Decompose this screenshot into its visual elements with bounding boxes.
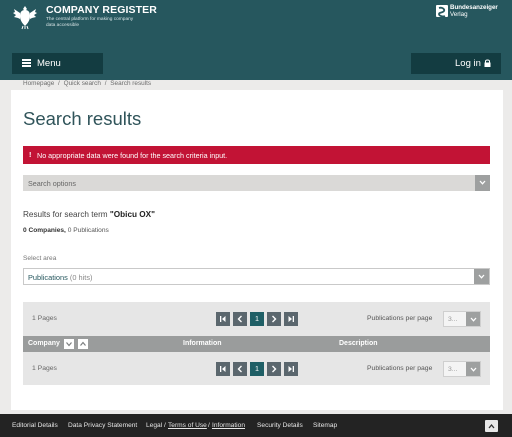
- first-page-icon: [220, 366, 226, 372]
- search-term: "Obicu OX": [109, 210, 155, 219]
- sort-descending-button[interactable]: [64, 339, 74, 349]
- breadcrumb-separator: /: [104, 80, 107, 87]
- footer-separator: /: [164, 422, 166, 429]
- site-footer: Editorial Details Data Privacy Statement…: [0, 414, 512, 437]
- chevron-down-icon: [470, 317, 476, 322]
- per-page-label: Publications per page: [367, 315, 433, 322]
- area-hits: (0 hits): [69, 272, 93, 282]
- page-count: 1 Pages: [32, 365, 57, 372]
- area-select[interactable]: Publications (0 hits): [23, 268, 490, 285]
- site-title[interactable]: COMPANY REGISTER: [46, 4, 157, 16]
- sort-up-icon: [80, 341, 86, 346]
- bundesanzeiger-logo-icon[interactable]: [436, 5, 448, 18]
- publisher-name[interactable]: Bundesanzeiger Verlag: [450, 4, 498, 18]
- per-page-value: 3...: [448, 315, 458, 323]
- publisher-line-1: Bundesanzeiger: [450, 4, 498, 11]
- result-counts: 0 Companies, 0 Publications: [23, 227, 109, 234]
- breadcrumb: Homepage / Quick search / Search results: [23, 80, 151, 87]
- search-options-label: Search options: [28, 178, 76, 188]
- results-prefix: Results for search term: [23, 210, 108, 219]
- next-page-button[interactable]: [267, 312, 281, 326]
- current-page-button[interactable]: 1: [250, 312, 264, 326]
- per-page-expand[interactable]: [466, 362, 480, 376]
- footer-legal-link[interactable]: Legal: [146, 422, 162, 429]
- area-select-value: Publications (0 hits): [28, 273, 93, 282]
- footer-information-link[interactable]: Information: [212, 422, 245, 429]
- companies-count: 0: [23, 227, 27, 234]
- site-header: COMPANY REGISTER The central platform fo…: [0, 0, 512, 80]
- first-page-button[interactable]: [216, 362, 230, 376]
- next-page-icon: [272, 365, 277, 373]
- menu-button[interactable]: Menu: [12, 53, 103, 74]
- breadcrumb-separator: /: [58, 80, 60, 87]
- last-page-icon: [288, 316, 294, 322]
- footer-separator: /: [208, 422, 210, 429]
- page-count: 1 Pages: [32, 315, 57, 322]
- chevron-down-icon: [478, 274, 485, 279]
- sort-down-icon: [66, 342, 72, 347]
- select-area-label: Select area: [23, 255, 57, 262]
- sort-ascending-button[interactable]: [78, 339, 88, 349]
- first-page-icon: [220, 316, 226, 322]
- publications-label: Publications: [73, 227, 109, 234]
- per-page-label: Publications per page: [367, 365, 433, 372]
- site-tagline: The central platform for making company …: [46, 17, 134, 28]
- prev-page-button[interactable]: [233, 362, 247, 376]
- chevron-down-icon: [470, 367, 476, 372]
- scroll-to-top-button[interactable]: [485, 420, 498, 432]
- last-page-icon: [288, 366, 294, 372]
- footer-sitemap-link[interactable]: Sitemap: [313, 422, 337, 429]
- column-information: Information: [183, 340, 222, 347]
- next-page-button[interactable]: [267, 362, 281, 376]
- error-alert: ! No appropriate data were found for the…: [23, 146, 490, 164]
- alert-icon: !: [29, 150, 32, 159]
- area-selected: Publications: [28, 272, 68, 282]
- menu-button-label: Menu: [37, 58, 61, 69]
- prev-page-button[interactable]: [233, 312, 247, 326]
- login-button[interactable]: Log in: [411, 53, 501, 74]
- footer-terms-link[interactable]: Terms of Use: [168, 422, 207, 429]
- page-title: Search results: [23, 108, 142, 129]
- pagination-top: 1 Pages 1 Publications per page 3...: [23, 302, 490, 336]
- search-options-toggle[interactable]: Search options: [23, 175, 490, 191]
- companies-label: Companies,: [28, 227, 66, 234]
- chevron-up-icon: [488, 423, 495, 429]
- next-page-icon: [272, 315, 277, 323]
- area-select-expand[interactable]: [474, 269, 489, 284]
- hamburger-icon: [22, 59, 31, 67]
- breadcrumb-current: Search results: [110, 80, 152, 87]
- per-page-select[interactable]: 3...: [443, 311, 481, 327]
- breadcrumb-quick-search[interactable]: Quick search: [64, 80, 101, 87]
- footer-editorial-link[interactable]: Editorial Details: [12, 422, 58, 429]
- per-page-select[interactable]: 3...: [443, 361, 481, 377]
- column-company[interactable]: Company: [28, 340, 60, 347]
- prev-page-icon: [237, 315, 242, 323]
- chevron-down-icon: [479, 180, 486, 185]
- prev-page-icon: [237, 365, 242, 373]
- per-page-expand[interactable]: [466, 312, 480, 326]
- results-heading: Results for search term "Obicu OX": [23, 210, 155, 219]
- table-header: Company Information Description: [23, 336, 490, 352]
- lock-icon: [484, 59, 491, 67]
- publications-count: 0: [67, 227, 72, 234]
- breadcrumb-home[interactable]: Homepage: [23, 80, 54, 87]
- per-page-value: 3...: [448, 365, 458, 373]
- publisher-line-2: Verlag: [450, 11, 468, 18]
- last-page-button[interactable]: [284, 362, 298, 376]
- search-options-expand[interactable]: [475, 175, 490, 191]
- footer-privacy-link[interactable]: Data Privacy Statement: [68, 422, 137, 429]
- pagination-bottom: 1 Pages 1 Publications per page 3...: [23, 352, 490, 385]
- eagle-logo-icon[interactable]: [12, 4, 38, 30]
- footer-security-link[interactable]: Security Details: [257, 422, 303, 429]
- first-page-button[interactable]: [216, 312, 230, 326]
- error-message: No appropriate data were found for the s…: [37, 150, 228, 160]
- login-button-label: Log in: [455, 58, 481, 69]
- last-page-button[interactable]: [284, 312, 298, 326]
- column-description: Description: [339, 340, 378, 347]
- current-page-button[interactable]: 1: [250, 362, 264, 376]
